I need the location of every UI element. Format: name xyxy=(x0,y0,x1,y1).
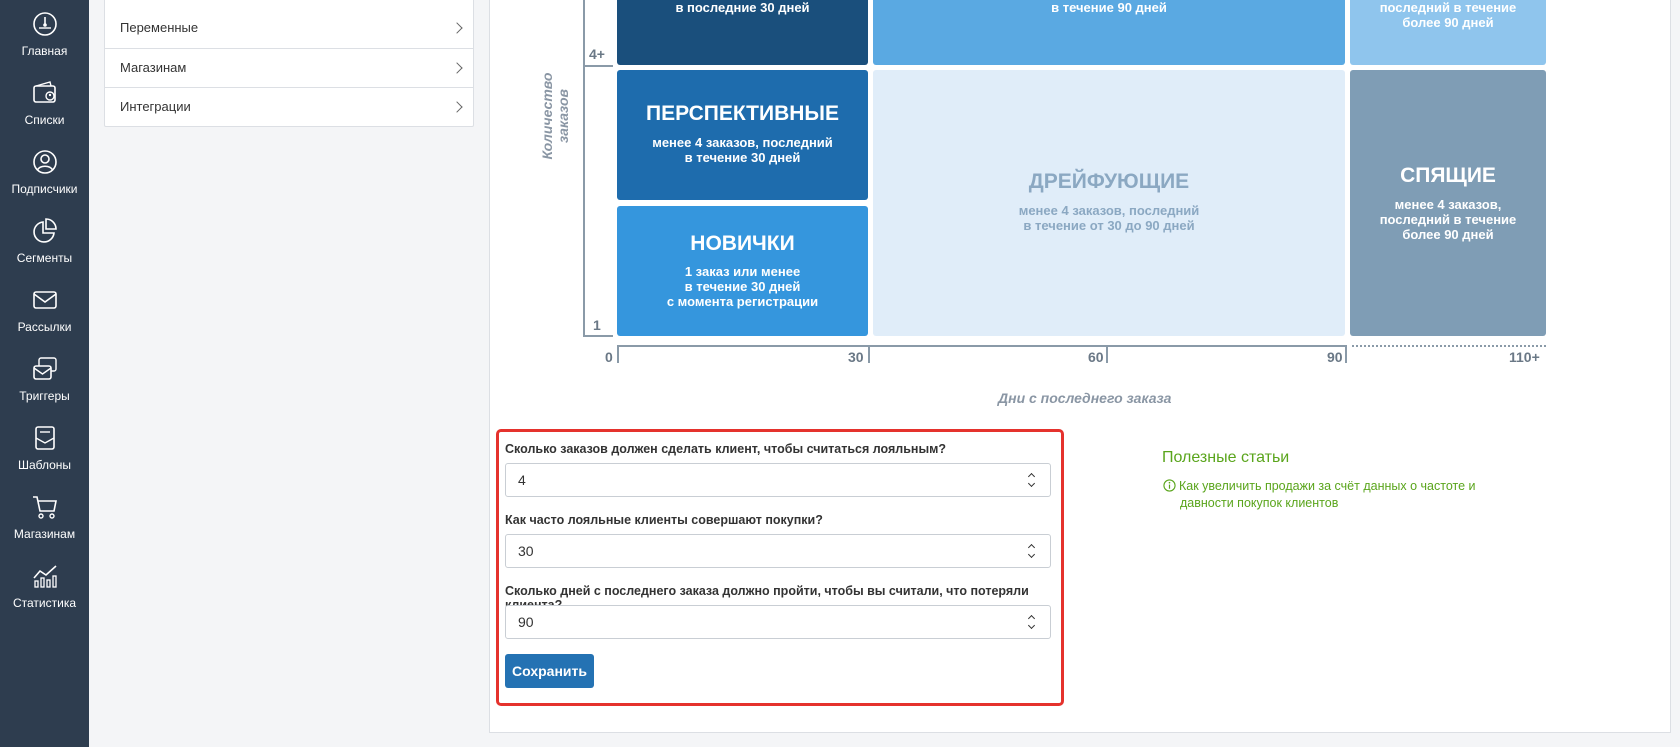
segment-desc-line: с момента регистрации xyxy=(666,294,819,309)
y-axis-title: Количество заказов xyxy=(539,72,571,160)
y-axis-tick xyxy=(583,335,613,337)
menu-item-label: Переменные xyxy=(120,20,199,35)
orders-count-value: 4 xyxy=(518,472,526,488)
nav-item-home[interactable]: Главная xyxy=(0,10,89,74)
segment-desc-line: в течение 30 дней xyxy=(684,150,801,165)
settings-menu: Переменные Магазинам Интеграции xyxy=(104,0,474,127)
chevron-right-icon xyxy=(451,22,463,34)
x-axis-tick xyxy=(617,345,619,363)
segment-desc-line: менее 4 заказов, последний xyxy=(1018,203,1200,218)
nav-item-subscribers[interactable]: Подписчики xyxy=(0,148,89,212)
segment-title: ПЕРСПЕКТИВНЫЕ xyxy=(645,102,839,125)
x-tick-label: 90 xyxy=(1327,349,1343,365)
wallet-user-icon xyxy=(32,81,56,103)
nav-item-segments[interactable]: Сегменты xyxy=(0,217,89,281)
segment-promising: ПЕРСПЕКТИВНЫЕ менее 4 заказов, последний… xyxy=(617,70,868,200)
envelope-icon xyxy=(32,291,57,309)
x-tick-label: 30 xyxy=(848,349,864,365)
segment-desc-line: последний в течение xyxy=(1379,212,1517,227)
articles-title: Полезные статьи xyxy=(1162,449,1290,466)
segment-desc: в течение 90 дней xyxy=(1051,0,1167,15)
x-axis-tick xyxy=(1106,345,1108,363)
x-tick-label: 0 xyxy=(605,349,613,365)
x-axis-dotted xyxy=(1352,345,1546,347)
menu-item-label: Интеграции xyxy=(120,99,191,114)
nav-item-mailings[interactable]: Рассылки xyxy=(0,286,89,350)
segment-top-right: последний в течение более 90 дней xyxy=(1350,0,1546,65)
x-tick-label: 110+ xyxy=(1509,349,1540,365)
segment-top-middle: в течение 90 дней xyxy=(873,0,1345,65)
article-link-line1: Как увеличить продажи за счёт данных о ч… xyxy=(1179,479,1476,493)
article-link-line2: давности покупок клиентов xyxy=(1180,496,1339,510)
segment-desc-line: более 90 дней xyxy=(1402,15,1494,30)
segment-title: НОВИЧКИ xyxy=(690,232,795,255)
user-circle-icon xyxy=(32,150,57,174)
chevron-right-icon xyxy=(451,101,463,113)
menu-item-variables[interactable]: Переменные xyxy=(105,9,473,48)
lost-client-days-input[interactable]: 90 xyxy=(505,605,1051,639)
nav-label-statistics: Статистика xyxy=(12,596,77,610)
segment-title: СПЯЩИЕ xyxy=(1400,164,1496,187)
segment-drifting: ДРЕЙФУЮЩИЕ менее 4 заказов, последний в … xyxy=(873,70,1345,336)
segment-top-left: в последние 30 дней xyxy=(617,0,868,65)
y-axis-tick xyxy=(583,65,613,67)
dashboard-icon xyxy=(32,12,57,36)
nav-label-triggers: Триггеры xyxy=(19,389,70,403)
x-axis-title: Дни с последнего заказа xyxy=(998,390,1172,406)
cart-icon xyxy=(32,496,57,519)
y-axis-line xyxy=(583,0,585,337)
segment-desc: в последние 30 дней xyxy=(675,0,810,15)
y-tick-label: 1 xyxy=(593,317,601,333)
nav-label-templates: Шаблоны xyxy=(17,458,72,472)
segment-newcomers: НОВИЧКИ 1 заказ или менее в течение 30 д… xyxy=(617,206,868,336)
loyalty-settings-form: Сколько заказов должен сделать клиент, ч… xyxy=(496,429,1064,706)
nav-item-templates[interactable]: Шаблоны xyxy=(0,424,89,488)
pie-chart-icon xyxy=(32,218,57,243)
menu-item-label: Магазинам xyxy=(120,60,187,75)
x-axis-line xyxy=(617,345,1347,347)
chevron-right-icon xyxy=(451,62,463,74)
y-tick-label: 4+ xyxy=(589,46,605,62)
nav-label-home: Главная xyxy=(21,44,68,58)
segment-desc-line: в течение от 30 до 90 дней xyxy=(1023,218,1195,233)
spinner-icon[interactable] xyxy=(1028,614,1036,630)
trigger-mail-icon xyxy=(32,357,57,380)
lost-client-days-value: 90 xyxy=(518,614,534,630)
purchase-frequency-value: 30 xyxy=(518,543,534,559)
save-button[interactable]: Сохранить xyxy=(505,654,594,688)
nav-label-subscribers: Подписчики xyxy=(11,182,78,196)
segment-desc-line: менее 4 заказов, последний xyxy=(652,135,833,150)
x-tick-label: 60 xyxy=(1088,349,1104,365)
x-axis-tick xyxy=(1345,345,1347,363)
nav-item-lists[interactable]: Списки xyxy=(0,79,89,143)
nav-label-mailings: Рассылки xyxy=(17,320,72,334)
segment-desc-line: 1 заказ или менее xyxy=(684,264,801,279)
segment-desc-line: менее 4 заказов, xyxy=(1394,197,1502,212)
spinner-icon[interactable] xyxy=(1028,472,1036,488)
orders-count-label: Сколько заказов должен сделать клиент, ч… xyxy=(505,442,947,456)
segment-sleeping: СПЯЩИЕ менее 4 заказов, последний в тече… xyxy=(1350,70,1546,336)
nav-item-shops[interactable]: Магазинам xyxy=(0,493,89,557)
menu-item-shops[interactable]: Магазинам xyxy=(105,48,473,87)
purchase-frequency-input[interactable]: 30 xyxy=(505,534,1051,568)
segment-desc-line: последний в течение xyxy=(1379,0,1517,15)
nav-item-triggers[interactable]: Триггеры xyxy=(0,355,89,419)
segment-title: ДРЕЙФУЮЩИЕ xyxy=(1028,170,1190,193)
segment-desc-line: в течение 30 дней xyxy=(684,279,801,294)
info-icon xyxy=(1163,479,1176,492)
nav-label-lists: Списки xyxy=(24,113,65,127)
nav-label-segments: Сегменты xyxy=(16,251,73,265)
orders-count-input[interactable]: 4 xyxy=(505,463,1051,497)
segment-desc-line: более 90 дней xyxy=(1402,227,1494,242)
stats-icon xyxy=(32,565,57,588)
menu-item-integrations[interactable]: Интеграции xyxy=(105,87,473,126)
nav-label-shops: Магазинам xyxy=(13,527,76,541)
sidebar: Главная Списки Подписчики Сегменты Рассы… xyxy=(0,0,89,747)
x-axis-tick xyxy=(868,345,870,363)
article-link[interactable]: Как увеличить продажи за счёт данных о ч… xyxy=(1163,478,1493,512)
purchase-frequency-label: Как часто лояльные клиенты совершают пок… xyxy=(505,513,823,527)
spinner-icon[interactable] xyxy=(1028,543,1036,559)
template-icon xyxy=(34,426,55,450)
nav-item-statistics[interactable]: Статистика xyxy=(0,562,89,626)
